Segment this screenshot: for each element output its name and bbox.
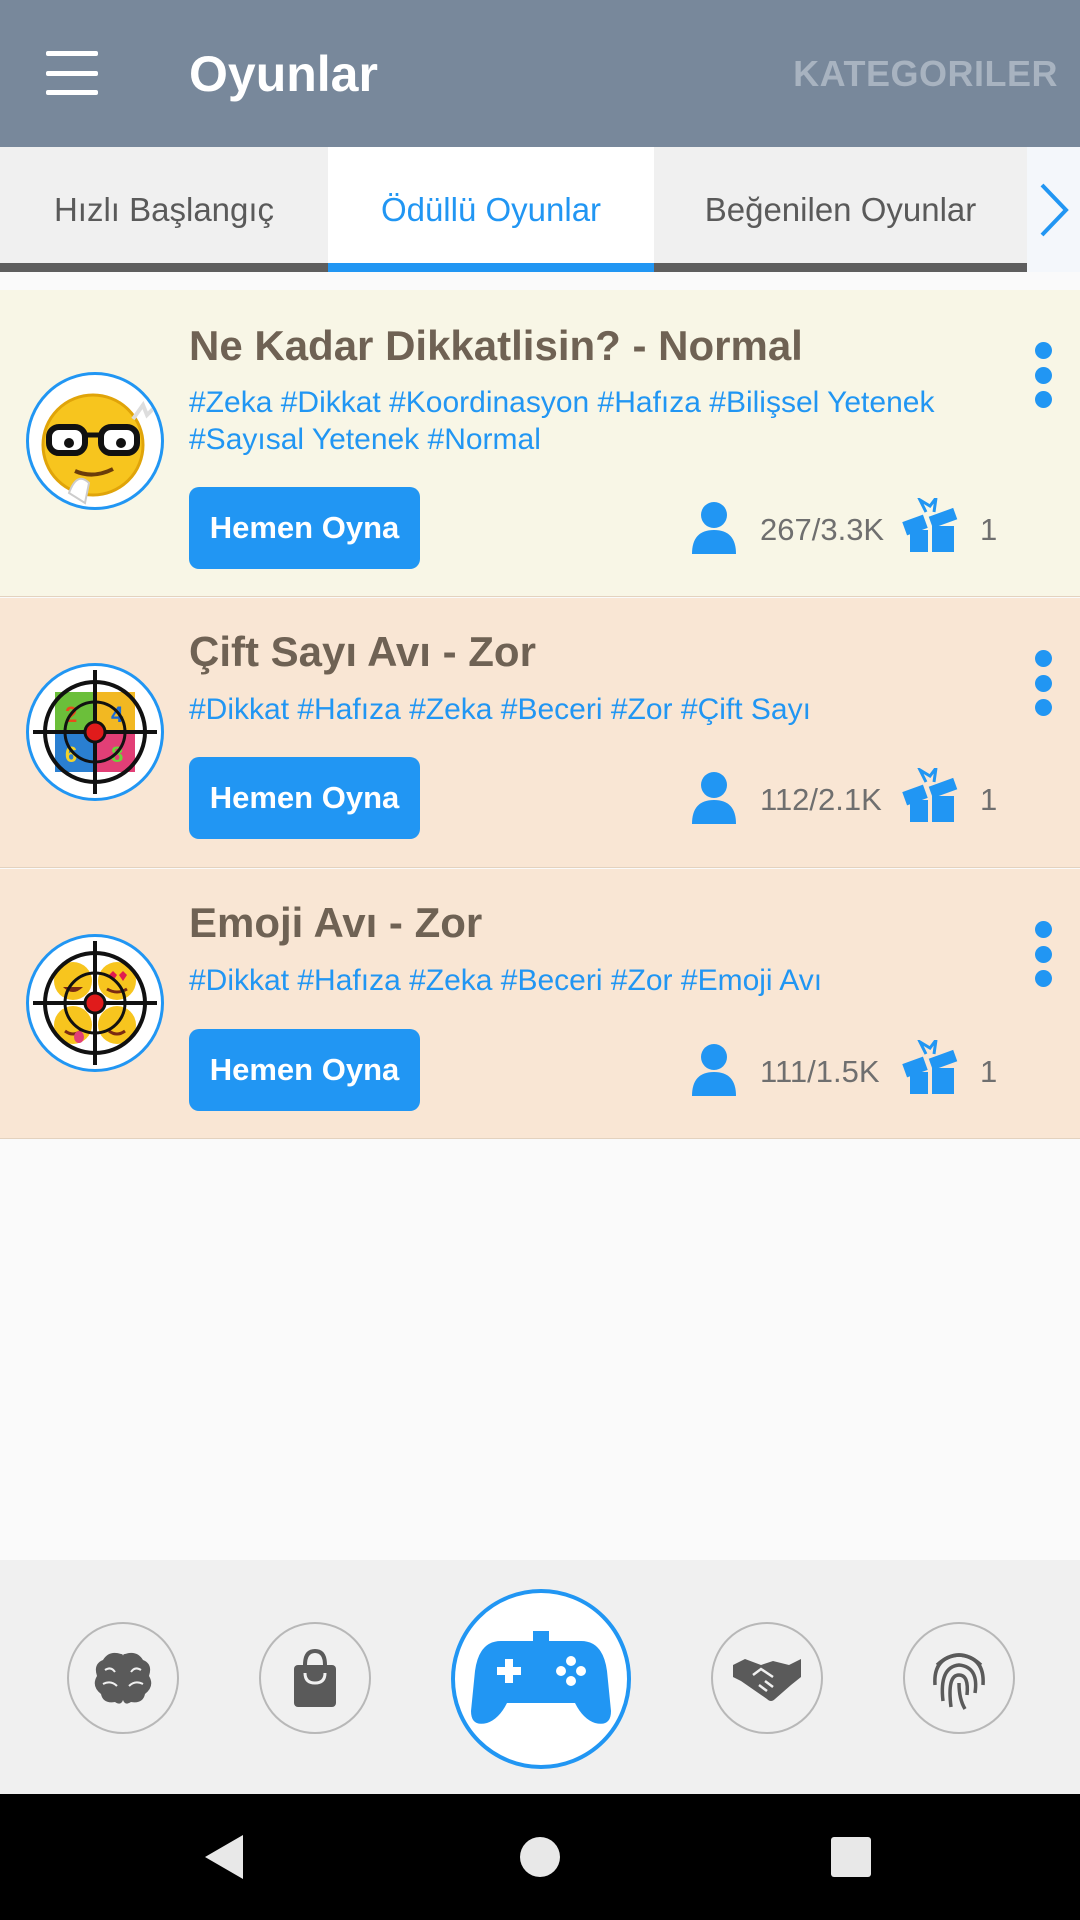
page-title: Oyunlar: [189, 46, 378, 102]
game-card: Emoji Avı - Zor #Dikkat #Hafıza #Zeka #B…: [0, 869, 1080, 1139]
handshake-icon[interactable]: [711, 1622, 823, 1734]
tab-label: Hızlı Başlangıç: [53, 190, 275, 228]
tab-bar: Hızlı Başlangıç Ödüllü Oyunlar Beğenilen…: [0, 147, 1080, 272]
game-tags[interactable]: #Dikkat #Hafıza #Zeka #Beceri #Zor #Çift…: [189, 691, 989, 728]
crosshair-emoji-icon[interactable]: [26, 934, 164, 1072]
categories-button[interactable]: KATEGORILER: [793, 52, 1058, 96]
reward-count: 1: [980, 1054, 998, 1089]
game-title: Çift Sayı Avı - Zor: [189, 628, 536, 675]
crosshair-numbers-icon[interactable]: 2 4 6 8: [26, 663, 164, 801]
app-bar: Oyunlar KATEGORILER: [0, 0, 1080, 147]
tab-indicator: [654, 263, 1027, 272]
user-icon: [692, 1044, 736, 1096]
reward-count: 1: [980, 512, 998, 547]
shopping-bag-icon[interactable]: [259, 1622, 371, 1734]
more-options-icon[interactable]: [1030, 650, 1056, 716]
tab-label: Beğenilen Oyunlar: [704, 190, 977, 228]
tab-indicator: [328, 263, 654, 272]
gamepad-icon[interactable]: [451, 1589, 631, 1769]
user-icon: [692, 502, 736, 554]
game-tags[interactable]: #Zeka #Dikkat #Koordinasyon #Hafıza #Bil…: [189, 384, 989, 458]
tab-quick-start[interactable]: Hızlı Başlangıç: [0, 147, 328, 272]
player-count: 112/2.1K: [760, 782, 882, 817]
tab-rewarded-games[interactable]: Ödüllü Oyunlar: [328, 147, 654, 272]
more-options-icon[interactable]: [1030, 921, 1056, 987]
gift-icon: [902, 1040, 958, 1094]
tab-indicator: [0, 263, 328, 272]
brain-icon[interactable]: [67, 1622, 179, 1734]
gift-icon: [902, 768, 958, 822]
player-count: 111/1.5K: [760, 1054, 880, 1089]
game-card: Ne Kadar Dikkatlisin? - Normal #Zeka #Di…: [0, 290, 1080, 597]
game-title: Ne Kadar Dikkatlisin? - Normal: [189, 322, 803, 369]
play-now-button[interactable]: Hemen Oyna: [189, 1029, 420, 1111]
gift-icon: [902, 498, 958, 552]
recents-icon[interactable]: [791, 1794, 911, 1920]
tab-label: Ödüllü Oyunlar: [380, 190, 602, 228]
smiley-glasses-icon[interactable]: [26, 372, 164, 510]
play-now-button[interactable]: Hemen Oyna: [189, 757, 420, 839]
more-options-icon[interactable]: [1030, 342, 1056, 408]
user-icon: [692, 772, 736, 824]
system-navigation-bar: [0, 1794, 1080, 1920]
game-card: 2 4 6 8 Çift Sayı Avı - Zor #Dikkat #Haf…: [0, 598, 1080, 868]
player-count: 267/3.3K: [760, 512, 885, 547]
fingerprint-icon[interactable]: [903, 1622, 1015, 1734]
chevron-right-icon[interactable]: [1027, 147, 1080, 272]
reward-count: 1: [980, 782, 998, 817]
game-title: Emoji Avı - Zor: [189, 899, 483, 946]
tab-liked-games[interactable]: Beğenilen Oyunlar: [654, 147, 1027, 272]
home-icon[interactable]: [480, 1794, 600, 1920]
play-now-button[interactable]: Hemen Oyna: [189, 487, 420, 569]
back-icon[interactable]: [165, 1794, 285, 1920]
menu-icon[interactable]: [44, 48, 100, 98]
game-tags[interactable]: #Dikkat #Hafıza #Zeka #Beceri #Zor #Emoj…: [189, 962, 989, 999]
